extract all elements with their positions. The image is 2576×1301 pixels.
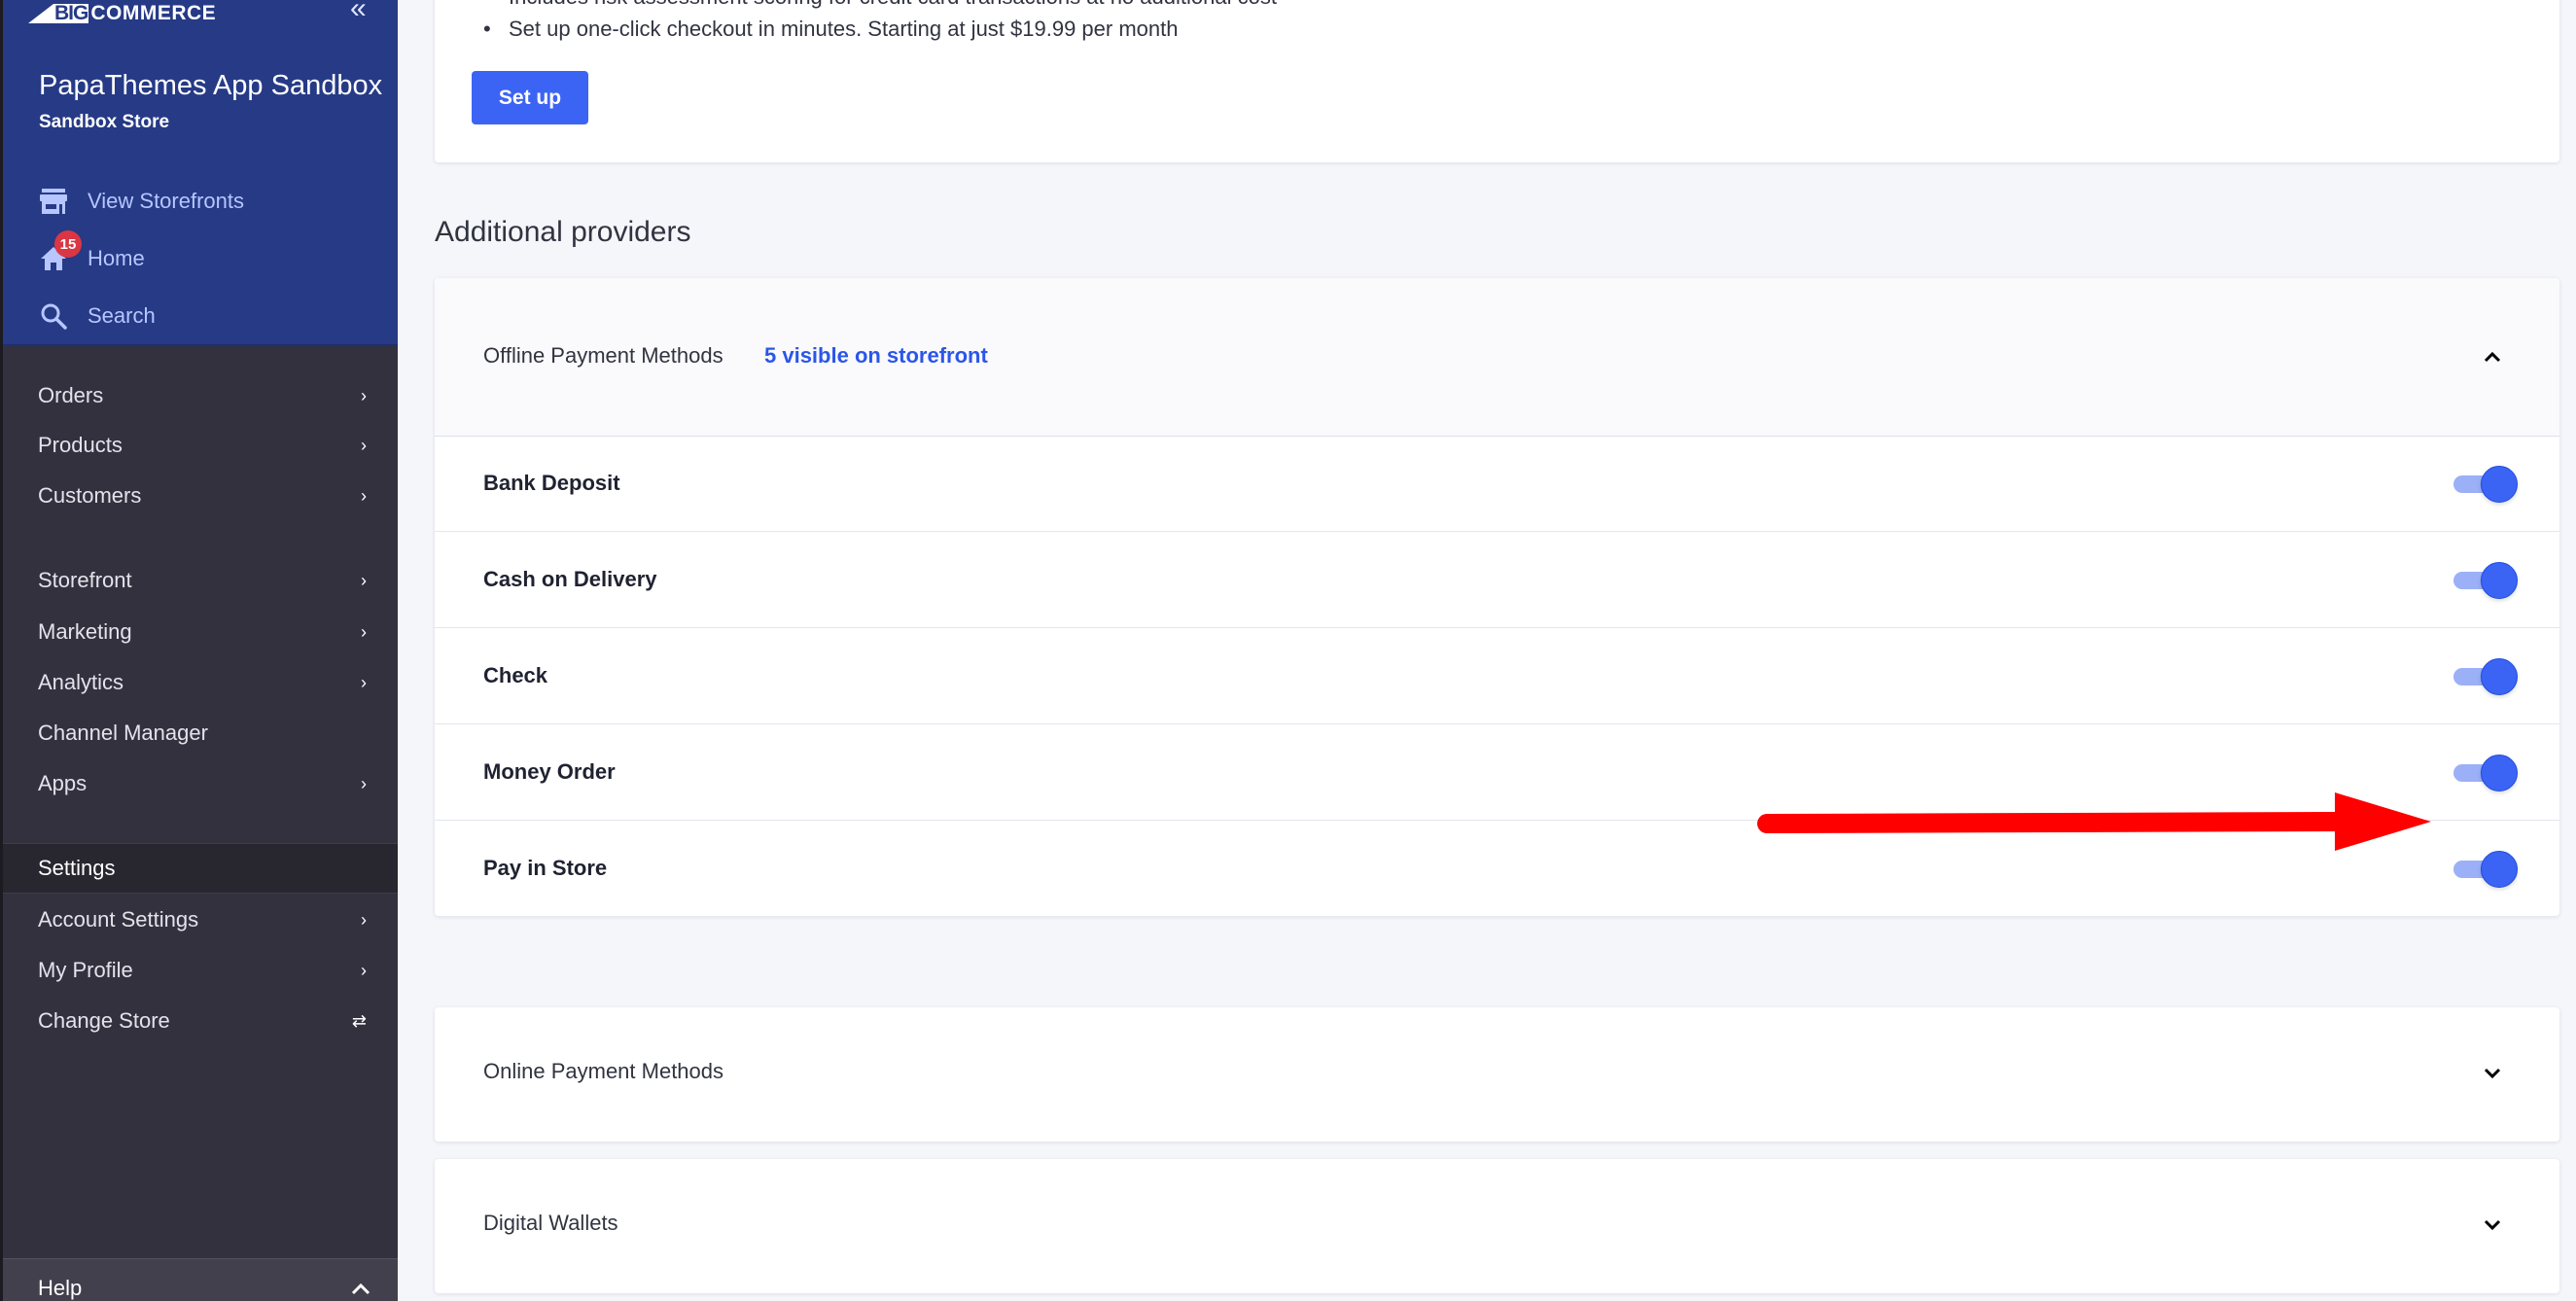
logo-commerce: COMMERCE	[90, 2, 217, 24]
nav-customers[interactable]: Customers ›	[3, 471, 398, 521]
notification-badge: 15	[54, 230, 82, 258]
method-label: Pay in Store	[483, 856, 608, 880]
nav-label: Account Settings	[38, 907, 199, 932]
method-label: Cash on Delivery	[483, 567, 657, 591]
method-row-bank-deposit: Bank Deposit	[435, 436, 2559, 532]
bigcommerce-logo[interactable]: BIG COMMERCE	[28, 0, 216, 23]
search-label: Search	[88, 303, 156, 328]
search-link[interactable]: Search	[39, 301, 156, 331]
nav-label: Analytics	[38, 670, 124, 694]
nav-label: Orders	[38, 383, 104, 407]
nav-storefront[interactable]: Storefront ›	[3, 555, 398, 606]
swap-arrows-icon: ⇄	[351, 1010, 367, 1031]
chevron-right-icon: ›	[361, 621, 367, 642]
help-label: Help	[38, 1276, 83, 1300]
nav-label: Channel Manager	[38, 721, 208, 745]
pay-in-store-toggle[interactable]	[2453, 851, 2518, 888]
chevron-right-icon: ›	[361, 570, 367, 590]
money-order-toggle[interactable]	[2453, 755, 2518, 791]
nav-label: Products	[38, 433, 123, 457]
chevron-up-icon[interactable]	[2481, 345, 2504, 369]
toggle-thumb	[2481, 466, 2518, 503]
online-payment-methods-card[interactable]: Online Payment Methods	[435, 1007, 2559, 1142]
nav-change-store[interactable]: Change Store ⇄	[3, 996, 398, 1046]
chevron-right-icon: ›	[361, 672, 367, 692]
section-title: Additional providers	[435, 216, 691, 248]
help-toggle[interactable]: Help	[3, 1258, 398, 1301]
chevron-down-icon[interactable]	[2481, 1213, 2504, 1237]
red-annotation-arrow	[1757, 792, 2431, 851]
chevron-up-icon	[351, 1279, 371, 1301]
sidebar: BIG COMMERCE « PapaThemes App Sandbox Sa…	[0, 0, 398, 1301]
chevron-right-icon: ›	[361, 385, 367, 405]
nav-apps[interactable]: Apps ›	[3, 758, 398, 809]
sidebar-header: BIG COMMERCE « PapaThemes App Sandbox Sa…	[3, 0, 398, 346]
view-storefronts-link[interactable]: View Storefronts	[39, 187, 244, 216]
collapse-sidebar-icon[interactable]: «	[350, 0, 367, 23]
nav-account-settings[interactable]: Account Settings ›	[3, 895, 398, 945]
nav-label: Change Store	[38, 1008, 170, 1033]
nav-settings[interactable]: Settings	[3, 843, 398, 894]
chevron-right-icon: ›	[361, 909, 367, 930]
toggle-thumb	[2481, 755, 2518, 791]
home-icon: 15	[39, 230, 82, 273]
nav-my-profile[interactable]: My Profile ›	[3, 945, 398, 996]
nav-label: My Profile	[38, 958, 133, 982]
nav-label: Apps	[38, 771, 88, 795]
chevron-down-icon[interactable]	[2481, 1062, 2504, 1085]
nav-label: Settings	[38, 856, 116, 880]
bank-deposit-toggle[interactable]	[2453, 466, 2518, 503]
digital-wallets-card[interactable]: Digital Wallets	[435, 1159, 2559, 1293]
method-label: Money Order	[483, 759, 616, 784]
chevron-right-icon: ›	[361, 773, 367, 793]
chevron-right-icon: ›	[361, 435, 367, 455]
setup-button[interactable]: Set up	[472, 71, 588, 124]
chevron-right-icon: ›	[361, 485, 367, 506]
feature-bullet: Includes risk assessment scoring for cre…	[483, 0, 1277, 10]
nav-orders[interactable]: Orders ›	[3, 370, 398, 421]
accordion-title: Online Payment Methods	[483, 1059, 724, 1083]
storefront-icon	[39, 187, 68, 216]
nav-label: Storefront	[38, 568, 132, 592]
store-name: PapaThemes App Sandbox	[39, 70, 383, 101]
nav-analytics[interactable]: Analytics ›	[3, 657, 398, 708]
feature-bullet: Set up one-click checkout in minutes. St…	[483, 17, 1178, 42]
logo-big: BIG	[53, 2, 88, 24]
nav-label: Customers	[38, 483, 142, 508]
search-icon	[39, 301, 68, 331]
toggle-thumb	[2481, 562, 2518, 599]
accordion-title: Offline Payment Methods	[483, 343, 723, 368]
nav-channel-manager[interactable]: Channel Manager	[3, 708, 398, 758]
method-row-cash-on-delivery: Cash on Delivery	[435, 532, 2559, 628]
home-label: Home	[88, 246, 145, 270]
logo-mark	[28, 4, 53, 23]
cash-on-delivery-toggle[interactable]	[2453, 562, 2518, 599]
nav-marketing[interactable]: Marketing ›	[3, 607, 398, 657]
payment-provider-card: Includes risk assessment scoring for cre…	[435, 0, 2559, 162]
check-toggle[interactable]	[2453, 658, 2518, 695]
visible-count-link[interactable]: 5 visible on storefront	[764, 343, 988, 369]
toggle-thumb	[2481, 851, 2518, 888]
arrow-head	[2335, 792, 2431, 851]
store-type: Sandbox Store	[39, 112, 170, 132]
toggle-thumb	[2481, 658, 2518, 695]
arrow-shaft	[1757, 812, 2348, 833]
nav-label: Marketing	[38, 619, 132, 644]
offline-accordion-header[interactable]: Offline Payment Methods 5 visible on sto…	[435, 278, 2559, 437]
home-link[interactable]: 15 Home	[39, 230, 145, 273]
method-row-check: Check	[435, 628, 2559, 724]
nav-products[interactable]: Products ›	[3, 420, 398, 471]
view-storefronts-label: View Storefronts	[88, 189, 245, 213]
method-label: Check	[483, 663, 548, 687]
accordion-title: Digital Wallets	[483, 1211, 618, 1235]
method-label: Bank Deposit	[483, 471, 620, 495]
chevron-right-icon: ›	[361, 960, 367, 980]
